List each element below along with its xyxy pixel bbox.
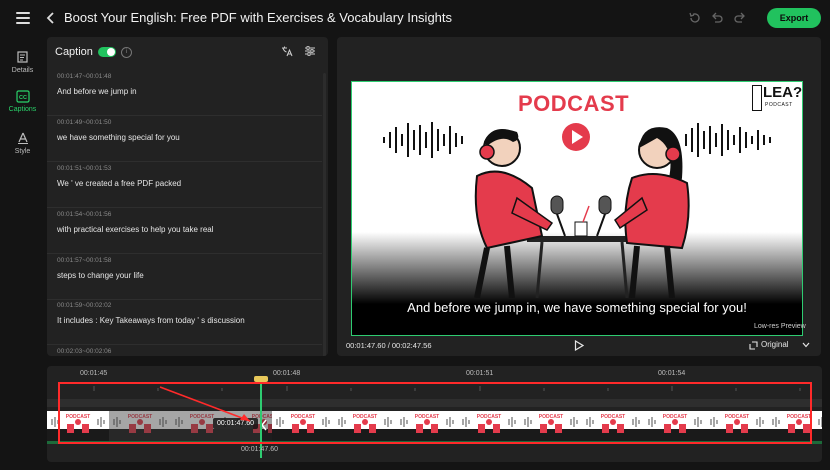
rail-style-label: Style xyxy=(14,148,31,155)
translate-icon[interactable] xyxy=(281,45,293,57)
caption-toggle[interactable] xyxy=(98,47,116,57)
play-icon[interactable] xyxy=(574,340,584,351)
caption-text[interactable]: And before we jump in xyxy=(57,87,137,96)
aspect-select[interactable]: Original xyxy=(761,340,789,349)
caption-time: 00:01:57~00:01:58 xyxy=(57,257,112,264)
playhead-time-label: 00:01:47.60 xyxy=(241,446,278,453)
caption-text[interactable]: with practical exercises to help you tak… xyxy=(57,225,214,234)
redo-icon[interactable] xyxy=(733,11,747,25)
cc-icon: CC xyxy=(15,90,30,103)
video-heading: PODCAST xyxy=(518,91,630,116)
lea-logo: LEA? PODCAST xyxy=(752,84,802,111)
caption-time: 00:01:47~00:01:48 xyxy=(57,73,112,80)
logo-text: LEA? xyxy=(763,84,803,101)
back-arrow-icon[interactable] xyxy=(46,11,56,25)
svg-text:CC: CC xyxy=(19,95,27,101)
caption-time: 00:01:59~00:02:02 xyxy=(57,302,112,309)
caption-item[interactable]: 00:01:54~00:01:56 with practical exercis… xyxy=(47,208,322,254)
caption-time: 00:02:03~00:02:06 xyxy=(57,348,112,355)
caption-text[interactable]: It includes : Key Takeaways from today '… xyxy=(57,316,245,325)
settings-sliders-icon[interactable] xyxy=(304,45,316,57)
caption-panel-title: Caption xyxy=(55,46,93,58)
timeline-tick-label: 00:01:51 xyxy=(466,370,494,377)
rail-details[interactable]: Details xyxy=(0,50,45,74)
top-bar: Boost Your English: Free PDF with Exerci… xyxy=(0,0,830,36)
caption-text[interactable]: We ' ve created a free PDF packed xyxy=(57,179,181,188)
details-icon xyxy=(16,51,28,63)
caption-item[interactable]: 00:02:03~00:02:06 xyxy=(47,345,322,356)
caption-item[interactable]: 00:01:49~00:01:50 we have something spec… xyxy=(47,116,322,162)
low-res-label: Low-res Preview xyxy=(754,323,806,330)
video-caption-overlay: And before we jump in, we have something… xyxy=(407,300,747,315)
caption-item[interactable]: 00:01:57~00:01:58 steps to change your l… xyxy=(47,254,322,300)
time-readout: 00:01:47.60 / 00:02:47.56 xyxy=(346,341,432,350)
caption-text[interactable]: we have something special for you xyxy=(57,133,180,142)
rail-style[interactable]: Style xyxy=(0,131,45,155)
caption-item[interactable]: 00:01:59~00:02:02 It includes : Key Take… xyxy=(47,299,322,345)
caption-item[interactable]: 00:01:51~00:01:53 We ' ve created a free… xyxy=(47,162,322,208)
aspect-ratio-icon xyxy=(749,341,758,350)
podcast-illustration xyxy=(474,127,690,298)
menu-icon[interactable] xyxy=(16,12,30,24)
export-button[interactable]: Export xyxy=(767,8,821,28)
timeline-tick-label: 00:01:54 xyxy=(658,370,686,377)
caption-text[interactable]: steps to change your life xyxy=(57,271,144,280)
undo-icon[interactable] xyxy=(710,11,724,25)
video-preview[interactable]: PODCAST LEA? PODCAST And before we jump … xyxy=(351,81,803,336)
caption-time: 00:01:54~00:01:56 xyxy=(57,211,112,218)
page-title: Boost Your English: Free PDF with Exerci… xyxy=(64,10,453,25)
rail-captions-label: Captions xyxy=(8,106,37,113)
caption-item[interactable]: 00:01:47~00:01:48 And before we jump in xyxy=(47,70,322,116)
info-icon[interactable]: i xyxy=(121,47,132,58)
timeline-tick-label: 00:01:45 xyxy=(80,370,108,377)
caption-time: 00:01:51~00:01:53 xyxy=(57,165,112,172)
caption-panel: Caption i 00:01:47~00:01:48 And before w… xyxy=(47,37,328,356)
rail-captions[interactable]: CC Captions xyxy=(0,90,45,113)
caption-scrollbar[interactable] xyxy=(323,73,326,356)
style-icon xyxy=(17,132,28,144)
chevron-down-icon[interactable] xyxy=(802,342,810,348)
timeline-tick-label: 00:01:48 xyxy=(273,370,301,377)
annotation-highlight-box xyxy=(58,382,812,444)
caption-time: 00:01:49~00:01:50 xyxy=(57,119,112,126)
history-icon[interactable] xyxy=(688,11,702,25)
rail-details-label: Details xyxy=(11,67,34,74)
logo-subtext: PODCAST xyxy=(765,102,793,108)
